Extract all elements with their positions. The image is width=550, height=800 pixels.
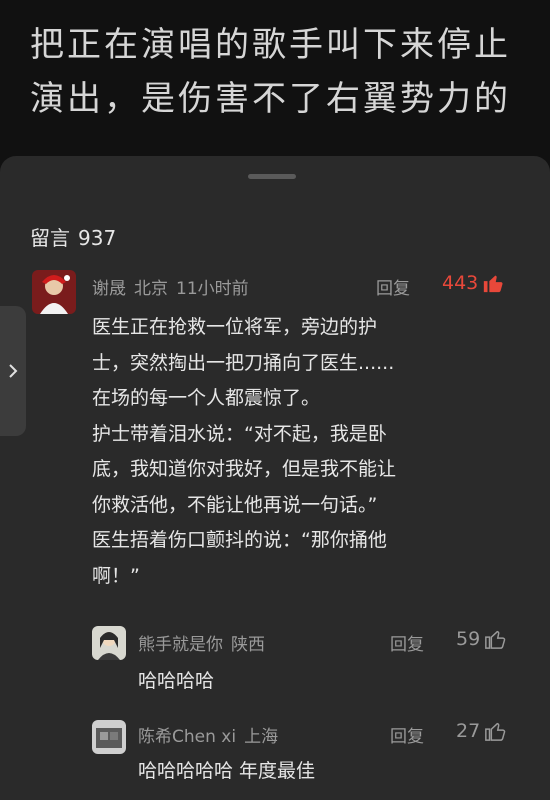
comments-panel: 留言 937 谢晟 北京 11小时前 回复 443 医生正在抢救一位将军，旁边的护 士… — [0, 156, 550, 800]
comment-time: 11小时前 — [176, 279, 249, 299]
comments-count-row: 留言 937 — [30, 222, 124, 251]
comment-line: 护士带着泪水说：“对不起，我是卧 — [92, 422, 387, 445]
reply-meta: 熊手就是你 陕西 — [138, 630, 273, 655]
comment-line: 底，我知道你对我好，但是我不能让 — [92, 458, 397, 480]
reply-location: 上海 — [244, 727, 279, 747]
reply-meta: 陈希Chen xi 上海 — [138, 722, 286, 747]
reply-text: 哈哈哈哈 — [138, 670, 215, 692]
comment-author[interactable]: 谢晟 — [92, 279, 126, 299]
like-count: 27 — [456, 720, 481, 742]
comment-body: 医生正在抢救一位将军，旁边的护 士，突然掏出一把刀捅向了医生...... 在场的… — [92, 310, 512, 594]
like-button[interactable]: 443 — [442, 272, 504, 294]
avatar[interactable] — [92, 626, 126, 660]
article-title: 把正在演唱的歌手叫下来停止演出，是伤害不了右翼势力的 — [30, 25, 511, 119]
side-arrow-button[interactable] — [0, 306, 26, 436]
comment-line: 在场的每一个人都震惊了。 — [92, 387, 321, 409]
reply-location: 陕西 — [231, 635, 265, 655]
thumbs-up-outline-icon — [485, 630, 506, 649]
reply-author[interactable]: 熊手就是你 — [138, 635, 223, 655]
reply-button[interactable]: 回复 — [390, 630, 424, 655]
like-count: 443 — [442, 272, 479, 294]
like-button[interactable]: 27 — [456, 720, 506, 742]
reply-author[interactable]: 陈希Chen xi — [138, 727, 236, 747]
comment-line: 医生正在抢救一位将军，旁边的护 — [92, 316, 378, 338]
comments-label: 留言 — [30, 226, 70, 250]
comment-line: 士，突然掏出一把刀捅向了医生...... — [92, 351, 395, 374]
avatar[interactable] — [92, 720, 126, 754]
chevron-right-icon — [9, 364, 18, 378]
like-count: 59 — [456, 628, 481, 650]
comment-line: 啊！” — [92, 564, 140, 587]
comment-meta: 谢晟 北京 11小时前 — [92, 274, 257, 299]
reply-button[interactable]: 回复 — [376, 274, 410, 299]
comment-line: 医生捂着伤口颤抖的说：“那你捅他 — [92, 529, 387, 551]
comments-count: 937 — [78, 226, 117, 250]
drag-handle[interactable] — [248, 174, 296, 179]
thumbs-up-outline-icon — [485, 722, 506, 741]
reply-button[interactable]: 回复 — [390, 722, 424, 747]
thumbs-up-icon — [484, 275, 503, 293]
like-button[interactable]: 59 — [456, 628, 506, 650]
comment-line: 你救活他，不能让他再说一句话。” — [92, 493, 378, 516]
avatar[interactable] — [32, 270, 76, 314]
comment-location: 北京 — [134, 279, 168, 299]
reply-text: 哈哈哈哈哈 年度最佳 — [138, 760, 316, 782]
